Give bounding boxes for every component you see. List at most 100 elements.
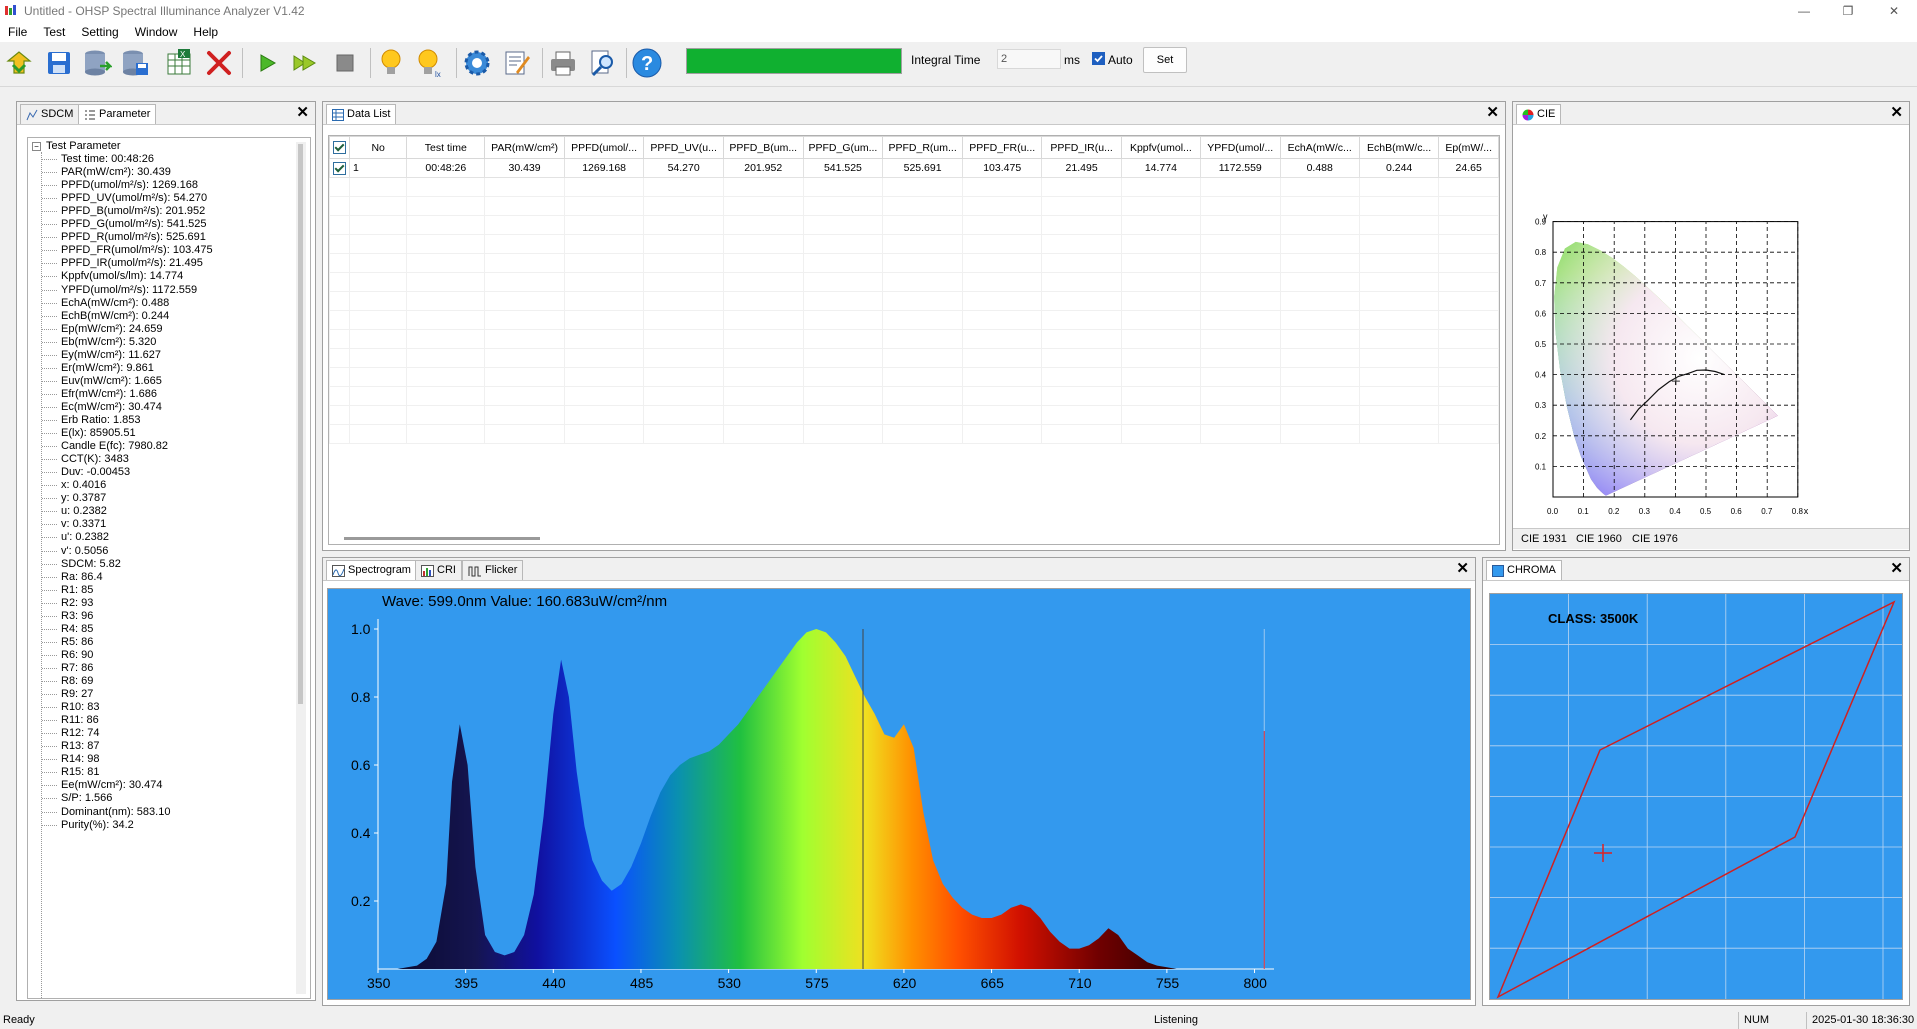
tree-item[interactable]: R6: 90 xyxy=(61,649,93,661)
tab-spectrogram[interactable]: Spectrogram xyxy=(326,560,417,580)
tree-item[interactable]: R8: 69 xyxy=(61,675,93,687)
tree-item[interactable]: Ep(mW/cm²): 24.659 xyxy=(61,323,162,335)
tree-item[interactable]: SDCM: 5.82 xyxy=(61,558,121,570)
tree-item[interactable]: R11: 86 xyxy=(61,714,99,726)
menu-help[interactable]: Help xyxy=(185,22,226,42)
column-header[interactable]: Kppfv(umol... xyxy=(1120,136,1202,159)
tree-item[interactable]: R9: 27 xyxy=(61,688,93,700)
tab-cie[interactable]: CIE xyxy=(1516,104,1562,124)
tree-item[interactable]: PPFD_G(umol/m²/s): 541.525 xyxy=(61,218,207,230)
menu-setting[interactable]: Setting xyxy=(73,22,126,42)
tree-item[interactable]: PPFD_B(umol/m²/s): 201.952 xyxy=(61,205,205,217)
close-window-button[interactable]: ✕ xyxy=(1872,2,1916,20)
play-continuous-button[interactable] xyxy=(288,46,322,80)
select-all-checkbox[interactable] xyxy=(333,141,346,154)
tree-item[interactable]: EchA(mW/cm²): 0.488 xyxy=(61,297,169,309)
column-header[interactable]: EchB(mW/c... xyxy=(1358,136,1440,159)
database-export-button[interactable] xyxy=(80,46,114,80)
edit-button[interactable] xyxy=(500,46,534,80)
auto-checkbox[interactable] xyxy=(1092,52,1105,65)
close-chroma-panel-button[interactable]: ✕ xyxy=(1890,560,1903,578)
tree-item[interactable]: PPFD_IR(umol/m²/s): 21.495 xyxy=(61,257,203,269)
column-header[interactable]: PPFD_UV(u... xyxy=(643,136,724,159)
print-button[interactable] xyxy=(546,46,580,80)
tree-item[interactable]: Efr(mW/cm²): 1.686 xyxy=(61,388,157,400)
tree-root[interactable]: Test Parameter xyxy=(46,140,121,152)
tree-item[interactable]: E(lx): 85905.51 xyxy=(61,427,136,439)
tree-item[interactable]: u': 0.2382 xyxy=(61,531,109,543)
bulb-button[interactable] xyxy=(374,46,408,80)
close-spectrogram-panel-button[interactable]: ✕ xyxy=(1456,560,1469,578)
tree-item[interactable]: R10: 83 xyxy=(61,701,100,713)
tree-item[interactable]: R15: 81 xyxy=(61,766,100,778)
tree-scrollbar-thumb[interactable] xyxy=(298,144,303,704)
tree-item[interactable]: Ec(mW/cm²): 30.474 xyxy=(61,401,162,413)
tree-item[interactable]: R1: 85 xyxy=(61,584,93,596)
tree-item[interactable]: R3: 96 xyxy=(61,610,93,622)
settings-button[interactable] xyxy=(460,46,494,80)
tree-item[interactable]: R13: 87 xyxy=(61,740,100,752)
tree-item[interactable]: x: 0.4016 xyxy=(61,479,106,491)
menu-file[interactable]: File xyxy=(0,22,35,42)
column-header[interactable]: Test time xyxy=(406,136,486,159)
menu-window[interactable]: Window xyxy=(127,22,186,42)
restore-button[interactable]: ❐ xyxy=(1826,2,1870,20)
close-data-list-button[interactable]: ✕ xyxy=(1486,104,1499,122)
tree-item[interactable]: Er(mW/cm²): 9.861 xyxy=(61,362,154,374)
select-all-header[interactable] xyxy=(329,136,350,159)
table-row[interactable]: 1 00:48:26 30.439 1269.168 54.270 201.952 541.… xyxy=(329,158,1499,178)
tree-item[interactable]: S/P: 1.566 xyxy=(61,792,112,804)
delete-button[interactable] xyxy=(202,46,236,80)
stop-button[interactable] xyxy=(328,46,362,80)
tree-collapse-toggle[interactable]: − xyxy=(32,142,41,151)
menu-test[interactable]: Test xyxy=(35,22,73,42)
column-header[interactable]: PPFD_FR(u... xyxy=(961,136,1043,159)
help-button[interactable]: ? xyxy=(630,46,664,80)
minimize-button[interactable]: — xyxy=(1782,2,1826,20)
tree-item[interactable]: R5: 86 xyxy=(61,636,93,648)
tree-item[interactable]: Test time: 00:48:26 xyxy=(61,153,154,165)
tab-data-list[interactable]: Data List xyxy=(326,104,397,124)
set-button[interactable]: Set xyxy=(1143,47,1187,73)
tree-item[interactable]: Eb(mW/cm²): 5.320 xyxy=(61,336,156,348)
tree-item[interactable]: Candle E(fc): 7980.82 xyxy=(61,440,168,452)
tree-item[interactable]: Ey(mW/cm²): 11.627 xyxy=(61,349,161,361)
tab-cie-1931[interactable]: CIE 1931 xyxy=(1521,533,1567,545)
tab-parameter[interactable]: Parameter xyxy=(78,104,157,124)
integral-time-input[interactable] xyxy=(997,49,1061,69)
database-save-button[interactable] xyxy=(118,46,152,80)
tree-item[interactable]: R4: 85 xyxy=(61,623,93,635)
tree-item[interactable]: v': 0.5056 xyxy=(61,545,108,557)
close-cie-panel-button[interactable]: ✕ xyxy=(1890,104,1903,122)
column-header[interactable]: PPFD(umol/... xyxy=(563,136,645,159)
tab-chroma[interactable]: CHROMA xyxy=(1486,560,1562,580)
tree-item[interactable]: R2: 93 xyxy=(61,597,93,609)
tree-item[interactable]: CCT(K): 3483 xyxy=(61,453,129,465)
tab-sdcm[interactable]: SDCM xyxy=(20,104,80,124)
tree-item[interactable]: PPFD_R(umol/m²/s): 525.691 xyxy=(61,231,206,243)
column-header[interactable]: EchA(mW/c... xyxy=(1279,136,1360,159)
tree-item[interactable]: Ee(mW/cm²): 30.474 xyxy=(61,779,162,791)
tree-item[interactable]: R14: 98 xyxy=(61,753,100,765)
open-button[interactable] xyxy=(2,46,36,80)
tree-item[interactable]: R12: 74 xyxy=(61,727,100,739)
play-button[interactable] xyxy=(250,46,284,80)
tab-cie-1960[interactable]: CIE 1960 xyxy=(1576,533,1622,545)
tree-item[interactable]: YPFD(umol/m²/s): 1172.559 xyxy=(61,284,197,296)
row-select-cell[interactable] xyxy=(329,158,350,178)
tree-scrollbar[interactable] xyxy=(296,142,306,994)
column-header[interactable]: PPFD_IR(u... xyxy=(1041,136,1122,159)
horizontal-scrollbar-thumb[interactable] xyxy=(344,537,540,540)
tree-item[interactable]: Erb Ratio: 1.853 xyxy=(61,414,141,426)
excel-export-button[interactable]: X xyxy=(162,46,196,80)
tree-item[interactable]: y: 0.3787 xyxy=(61,492,106,504)
column-header[interactable]: PPFD_G(um... xyxy=(802,136,884,159)
tree-item[interactable]: Purity(%): 34.2 xyxy=(61,819,134,831)
column-header[interactable]: PPFD_B(um... xyxy=(722,136,804,159)
column-header[interactable]: Ep(mW/... xyxy=(1438,136,1499,159)
column-header[interactable]: PAR(mW/cm²) xyxy=(484,136,565,159)
tree-item[interactable]: Kppfv(umol/s/lm): 14.774 xyxy=(61,270,183,282)
print-preview-button[interactable] xyxy=(586,46,620,80)
bulb-lx-button[interactable]: lx xyxy=(414,46,448,80)
tab-cri[interactable]: CRI xyxy=(415,560,462,580)
